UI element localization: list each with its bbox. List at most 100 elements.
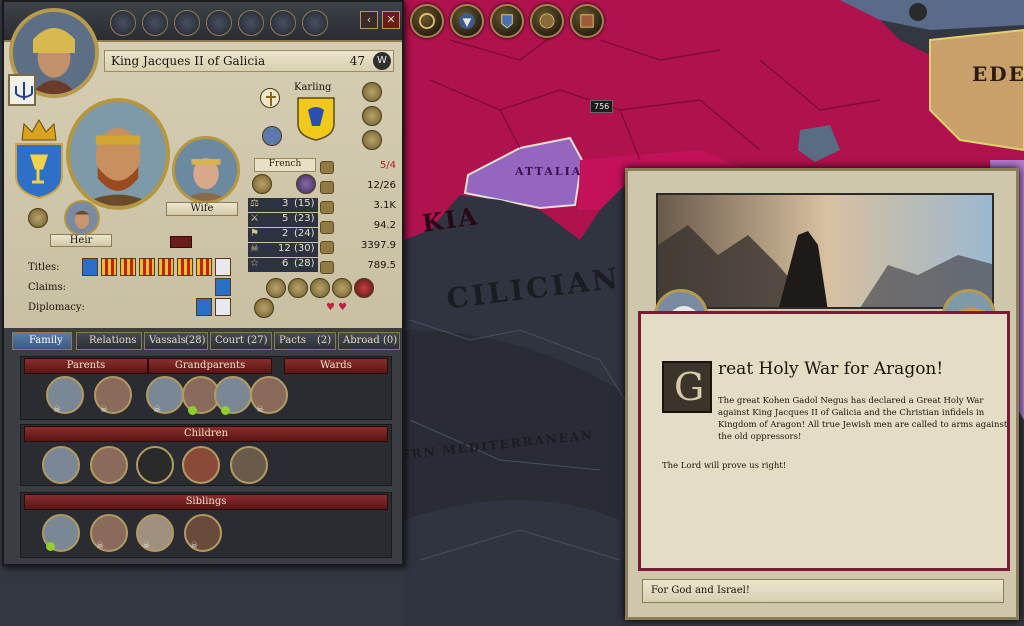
title-coa-2[interactable] (101, 258, 117, 276)
stat-martial-base: (23) (294, 213, 315, 224)
dynasty-name[interactable]: Karling (294, 82, 331, 93)
child-portrait-1[interactable] (42, 446, 80, 484)
event-option-button[interactable]: For God and Israel! (642, 579, 1004, 603)
resource-piety-value: 789.5 (367, 260, 396, 271)
title-coa-6[interactable] (177, 258, 193, 276)
faction-icon[interactable] (302, 10, 328, 36)
tab-pacts[interactable]: Pacts (2) (274, 332, 336, 350)
child-portrait-3[interactable] (136, 446, 174, 484)
religion-head-icon[interactable] (262, 126, 282, 146)
modifier-icon-5[interactable] (354, 278, 374, 298)
map-mode-button-2[interactable] (450, 4, 484, 38)
map-mode-button-5[interactable] (570, 4, 604, 38)
character-panel: ‹ ✕ King Jacques II of Galicia 47 W Wife… (2, 0, 404, 566)
diplomacy-coa-2[interactable] (215, 298, 231, 316)
stat-intrigue[interactable]: ☠ 12 (30) (248, 243, 318, 257)
tab-relations[interactable]: Relations (76, 332, 142, 350)
trait-icon-1[interactable] (362, 82, 382, 102)
resource-levy[interactable]: 12/26 (320, 180, 396, 196)
title-coa-4[interactable] (139, 258, 155, 276)
stat-martial[interactable]: ⚔ 5 (23) (248, 213, 318, 227)
resource-income[interactable]: 94.2 (320, 220, 396, 236)
army-unit-counter[interactable]: 756 (590, 100, 614, 113)
ambition-icon[interactable] (296, 174, 316, 194)
grandparent-portrait-3[interactable] (214, 376, 252, 414)
grandparent-portrait-1[interactable] (146, 376, 184, 414)
relationship-icons[interactable]: ♥ ♥ (326, 302, 376, 314)
spouse-portrait[interactable] (172, 136, 240, 204)
law-icon[interactable] (174, 10, 200, 36)
modifier-icon-1[interactable] (266, 278, 286, 298)
tech-icon[interactable] (206, 10, 232, 36)
diplomacy-shield-icon[interactable] (254, 298, 274, 318)
map-mode-button-3[interactable] (490, 4, 524, 38)
religion-cross-icon[interactable] (260, 88, 280, 108)
tab-court-label: Court (215, 335, 244, 346)
trait-icon-2[interactable] (362, 106, 382, 126)
plot-icon[interactable] (252, 174, 272, 194)
dynasty-coat-of-arms[interactable] (296, 96, 336, 142)
claim-coa-1[interactable] (215, 278, 231, 296)
event-option-label: For God and Israel! (651, 585, 750, 596)
tab-abroad[interactable]: Abroad (0) (338, 332, 400, 350)
deceased-icon (188, 406, 197, 415)
title-coa-3[interactable] (120, 258, 136, 276)
diplomacy-coa-1[interactable] (196, 298, 212, 316)
resource-prestige[interactable]: 3397.9 (320, 240, 396, 256)
event-illustration (656, 193, 994, 309)
modifier-icon-2[interactable] (288, 278, 308, 298)
resource-piety[interactable]: 789.5 (320, 260, 396, 276)
deceased-icon: ☠ (96, 541, 105, 551)
tab-vassals-label: Vassals (149, 335, 186, 346)
trait-icon-3[interactable] (362, 130, 382, 150)
event-title: reat Holy War for Aragon! (718, 359, 944, 379)
parents-header: Parents (24, 358, 148, 374)
military-icon[interactable] (238, 10, 264, 36)
back-button[interactable]: ‹ (360, 11, 378, 29)
crown-icon[interactable] (110, 10, 136, 36)
children-header: Children (24, 426, 388, 442)
tab-vassals[interactable]: Vassals (28) (144, 332, 208, 350)
heir-label-text: Heir (69, 235, 93, 246)
title-coa-5[interactable] (158, 258, 174, 276)
wiki-button[interactable]: W (373, 52, 391, 70)
tab-court[interactable]: Court (27) (210, 332, 272, 350)
title-coat-of-arms[interactable] (14, 142, 64, 200)
deceased-icon: ☠ (153, 405, 162, 415)
diplomacy-label: Diplomacy: (28, 302, 85, 313)
focus-icon[interactable] (28, 208, 48, 228)
prison-icon[interactable] (170, 236, 192, 248)
modifier-icon-3[interactable] (310, 278, 330, 298)
child-portrait-2[interactable] (90, 446, 128, 484)
stat-stewardship[interactable]: ⚑ 2 (24) (248, 228, 318, 242)
father-portrait[interactable] (46, 376, 84, 414)
map-mode-button-4[interactable] (530, 4, 564, 38)
title-coa-8[interactable] (215, 258, 231, 276)
intrigue-icon[interactable] (270, 10, 296, 36)
resource-troops[interactable]: 3.1K (320, 200, 396, 216)
council-icon[interactable] (142, 10, 168, 36)
map-mode-button-1[interactable] (410, 4, 444, 38)
resource-demesne[interactable]: 5/4 (320, 160, 396, 176)
stat-diplomacy[interactable]: ⚖ 3 (15) (248, 198, 318, 212)
tab-family[interactable]: Family (12, 332, 72, 350)
map-label-province[interactable]: ATTALIA (515, 165, 582, 178)
religion-icon[interactable] (8, 74, 36, 106)
stat-learning[interactable]: ☆ 6 (28) (248, 258, 318, 272)
stat-intrigue-base: (30) (294, 243, 315, 254)
character-portrait[interactable] (66, 98, 170, 210)
stat-diplomacy-value: 3 (282, 198, 289, 209)
modifier-icon-4[interactable] (332, 278, 352, 298)
close-button[interactable]: ✕ (382, 11, 400, 29)
heir-portrait[interactable] (64, 200, 100, 236)
deceased-icon: ☠ (53, 405, 62, 415)
child-portrait-5[interactable] (230, 446, 268, 484)
title-coa-1[interactable] (82, 258, 98, 276)
character-name[interactable]: King Jacques II of Galicia (111, 54, 265, 68)
tab-vassals-count: (28) (185, 335, 206, 346)
culture-label[interactable]: French (254, 158, 316, 172)
prestige-icon (320, 241, 334, 254)
tab-abroad-count: (0) (383, 335, 398, 346)
child-portrait-4[interactable] (182, 446, 220, 484)
title-coa-7[interactable] (196, 258, 212, 276)
